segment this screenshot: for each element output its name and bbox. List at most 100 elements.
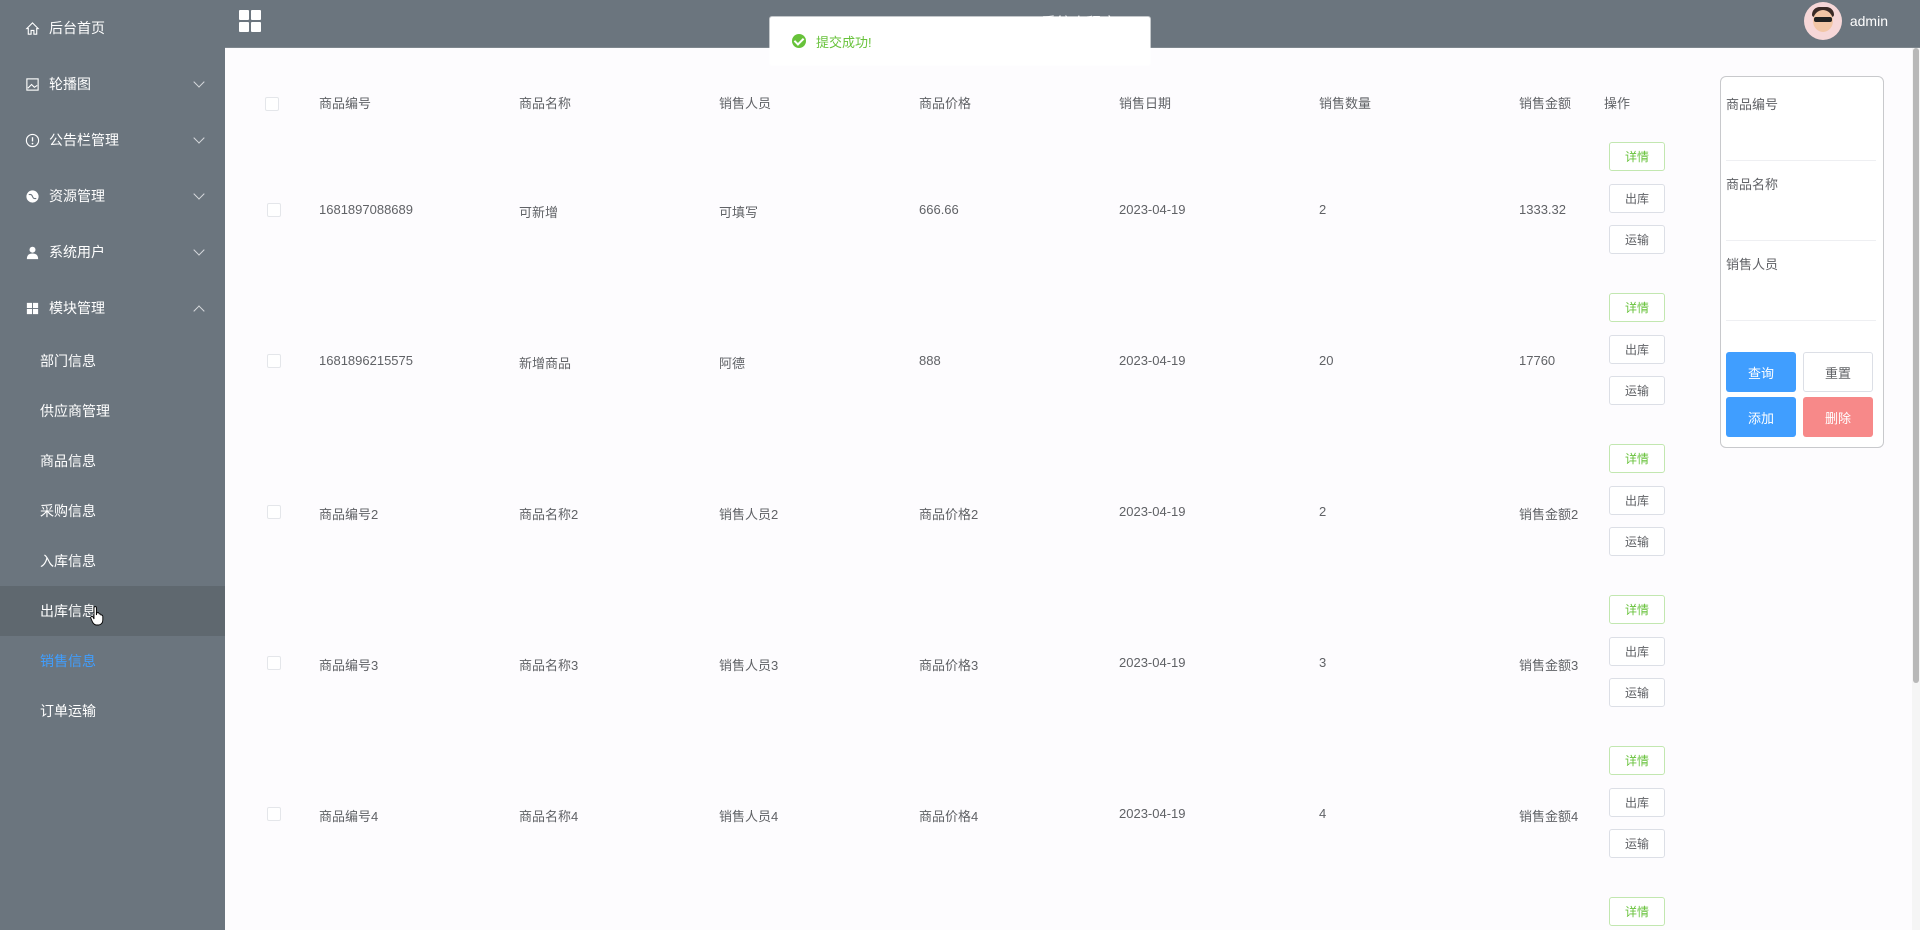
user-menu[interactable]: admin — [1803, 2, 1888, 40]
stock-out-button[interactable]: 出库 — [1609, 335, 1665, 364]
detail-button[interactable]: 详情 — [1609, 746, 1665, 775]
chevron-up-icon — [193, 305, 205, 317]
sidebar-subitem-purchase[interactable]: 采购信息 — [0, 486, 225, 536]
search-seller-input[interactable] — [1726, 285, 1876, 321]
reset-button[interactable]: 重置 — [1803, 352, 1873, 392]
detail-button[interactable]: 详情 — [1609, 595, 1665, 624]
cell-qty: 20 — [1319, 353, 1334, 368]
grid-icon — [24, 300, 40, 316]
stock-out-button[interactable]: 出库 — [1609, 637, 1665, 666]
avatar — [1803, 2, 1842, 40]
sidebar-item-notice[interactable]: 公告栏管理 — [0, 112, 225, 168]
cell-name: 可新增 — [519, 205, 559, 220]
table-row: 商品编号4 商品名称4 销售人员4 商品价格4 2023-04-19 4 销售金… — [247, 746, 1699, 897]
query-button[interactable]: 查询 — [1726, 352, 1796, 392]
cell-amount: 17760 — [1519, 353, 1556, 368]
search-code-input[interactable] — [1726, 125, 1876, 161]
column-header: 销售金额 — [1519, 96, 1572, 111]
sidebar-item-carousel[interactable]: 轮播图 — [0, 56, 225, 112]
sidebar-item-home[interactable]: 后台首页 — [0, 0, 225, 56]
ship-button[interactable]: 运输 — [1609, 376, 1665, 405]
sidebar-subitem-label: 出库信息 — [40, 603, 96, 619]
detail-button[interactable]: 详情 — [1609, 444, 1665, 473]
sidebar-subitem-department[interactable]: 部门信息 — [0, 336, 225, 386]
search-label-code: 商品编号 — [1726, 97, 1779, 112]
cell-amount: 1333.32 — [1519, 202, 1566, 217]
sidebar-subitem-stock-in[interactable]: 入库信息 — [0, 536, 225, 586]
column-header: 商品价格 — [919, 96, 972, 111]
sidebar-subitem-supplier[interactable]: 供应商管理 — [0, 386, 225, 436]
sidebar-item-users[interactable]: 系统用户 — [0, 224, 225, 280]
stock-out-button[interactable]: 出库 — [1609, 486, 1665, 515]
column-header: 销售日期 — [1119, 96, 1172, 111]
sidebar-item-modules[interactable]: 模块管理 — [0, 280, 225, 336]
sidebar-item-resource[interactable]: 资源管理 — [0, 168, 225, 224]
table-row: 详情 — [247, 897, 1699, 930]
cell-qty: 4 — [1319, 806, 1327, 821]
globe-icon — [24, 188, 40, 204]
column-header: 销售数量 — [1319, 96, 1372, 111]
search-label-name: 商品名称 — [1726, 177, 1779, 192]
add-button[interactable]: 添加 — [1726, 397, 1796, 437]
cell-price: 商品价格3 — [919, 658, 979, 673]
sidebar-subitem-sales[interactable]: 销售信息 — [0, 636, 225, 686]
sidebar-item-label: 模块管理 — [49, 300, 105, 316]
column-header: 商品编号 — [319, 96, 372, 111]
cell-seller: 可填写 — [719, 205, 759, 220]
cell-name: 新增商品 — [519, 356, 572, 371]
sidebar-item-label: 后台首页 — [49, 20, 105, 36]
detail-button[interactable]: 详情 — [1609, 142, 1665, 171]
stock-out-button[interactable]: 出库 — [1609, 184, 1665, 213]
cell-code: 1681897088689 — [319, 202, 413, 217]
cell-date: 2023-04-19 — [1119, 353, 1186, 368]
chevron-down-icon — [193, 132, 205, 144]
cell-price: 商品价格2 — [919, 507, 979, 522]
row-checkbox[interactable] — [267, 656, 281, 670]
ship-button[interactable]: 运输 — [1609, 678, 1665, 707]
sidebar-subitem-stock-out[interactable]: 出库信息 — [0, 586, 225, 636]
user-icon — [24, 244, 40, 260]
sidebar-subitem-shipping[interactable]: 订单运输 — [0, 686, 225, 736]
sidebar-subitem-goods[interactable]: 商品信息 — [0, 436, 225, 486]
column-header: 操作 — [1604, 96, 1631, 111]
detail-button[interactable]: 详情 — [1609, 293, 1665, 322]
cell-name: 商品名称2 — [519, 507, 579, 522]
cell-date: 2023-04-19 — [1119, 806, 1186, 821]
sidebar-item-label: 系统用户 — [49, 244, 105, 260]
chevron-down-icon — [193, 76, 205, 88]
sidebar: 后台首页 轮播图 公告栏管理 资源管理 系统用户 模块管理 部门信息 供应商管理… — [0, 0, 225, 930]
row-checkbox[interactable] — [267, 203, 281, 217]
ship-button[interactable]: 运输 — [1609, 829, 1665, 858]
search-name-input[interactable] — [1726, 205, 1876, 241]
cell-code: 商品编号2 — [319, 507, 379, 522]
sidebar-subitem-label: 部门信息 — [40, 353, 96, 369]
cell-seller: 销售人员4 — [719, 809, 779, 824]
search-label-seller: 销售人员 — [1726, 257, 1779, 272]
cell-code: 1681896215575 — [319, 353, 413, 368]
select-all-checkbox[interactable] — [265, 97, 279, 111]
stock-out-button[interactable]: 出库 — [1609, 788, 1665, 817]
ship-button[interactable]: 运输 — [1609, 527, 1665, 556]
row-checkbox[interactable] — [267, 505, 281, 519]
cell-name: 商品名称4 — [519, 809, 579, 824]
row-checkbox[interactable] — [267, 354, 281, 368]
success-check-icon — [792, 34, 806, 48]
cell-name: 商品名称3 — [519, 658, 579, 673]
detail-button[interactable]: 详情 — [1609, 897, 1665, 926]
row-checkbox[interactable] — [267, 807, 281, 821]
ship-button[interactable]: 运输 — [1609, 225, 1665, 254]
cell-qty: 2 — [1319, 202, 1327, 217]
search-panel: 商品编号 商品名称 销售人员 查询 重置 添加 删除 — [1720, 76, 1884, 448]
cell-amount: 销售金额2 — [1519, 507, 1579, 522]
picture-icon — [24, 76, 40, 92]
table-row: 商品编号3 商品名称3 销售人员3 商品价格3 2023-04-19 3 销售金… — [247, 595, 1699, 746]
delete-button[interactable]: 删除 — [1803, 397, 1873, 437]
cell-code: 商品编号4 — [319, 809, 379, 824]
success-toast: 提交成功! — [770, 17, 1150, 65]
cell-code: 商品编号3 — [319, 658, 379, 673]
chevron-down-icon — [193, 188, 205, 200]
scrollbar-thumb[interactable] — [1913, 48, 1919, 683]
cell-price: 商品价格4 — [919, 809, 979, 824]
column-header: 商品名称 — [519, 96, 572, 111]
sidebar-subitem-label: 入库信息 — [40, 553, 96, 569]
